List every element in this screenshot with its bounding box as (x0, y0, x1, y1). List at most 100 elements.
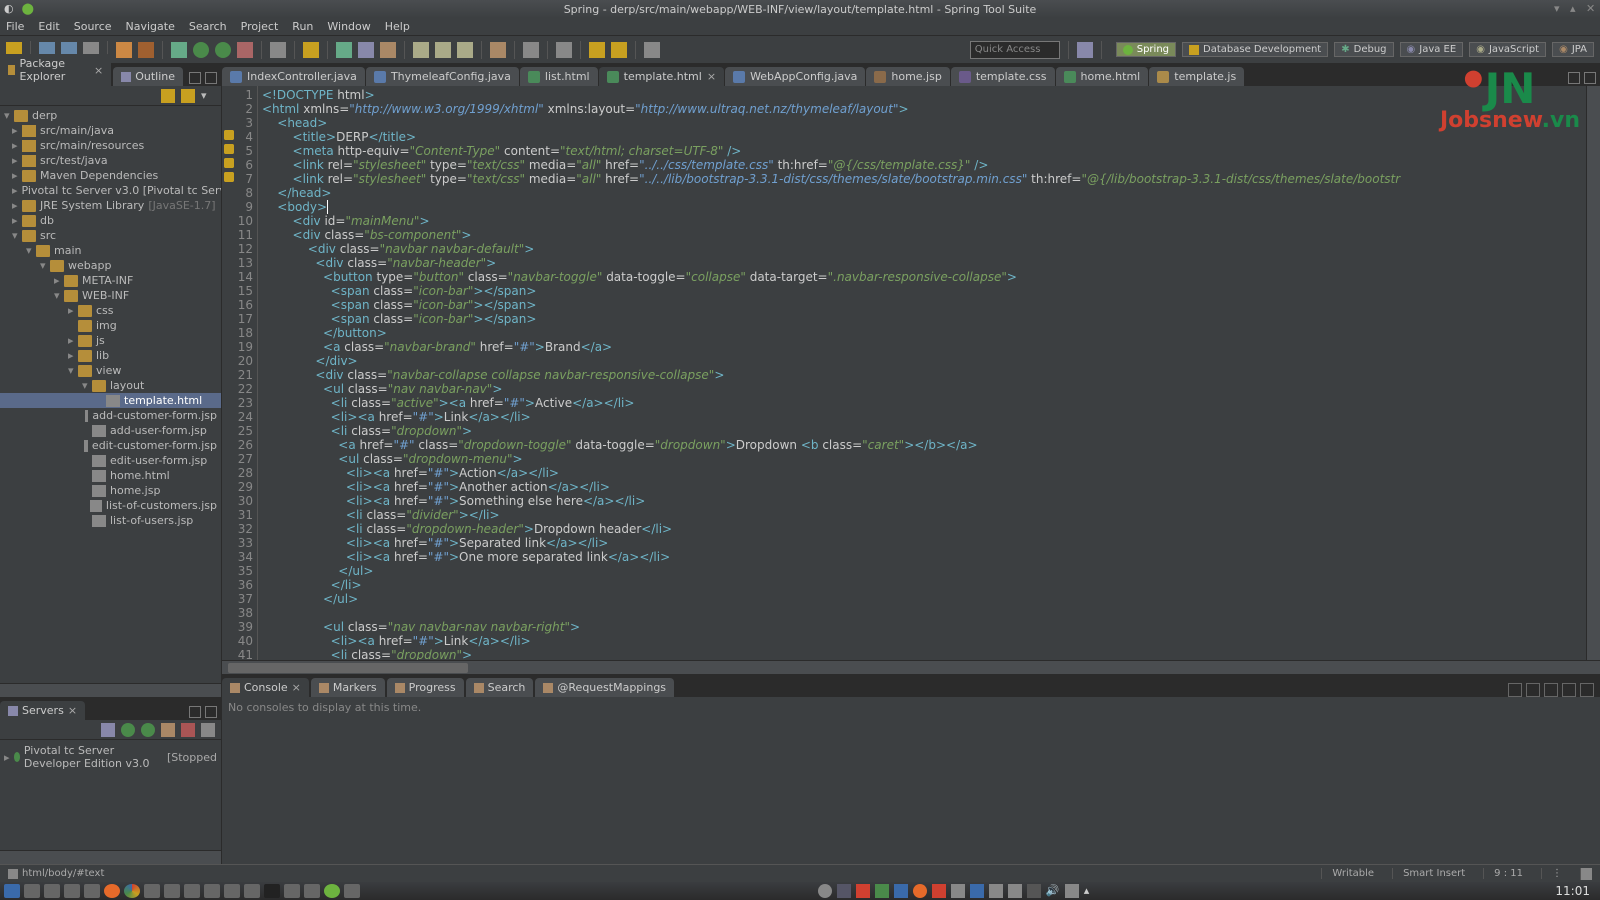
tree-node[interactable]: home.html (0, 468, 221, 483)
back-icon[interactable] (589, 42, 605, 58)
editor-tab[interactable]: list.html (520, 67, 598, 86)
bottom-tab[interactable]: Markers (311, 678, 385, 697)
editor-tab[interactable]: WebAppConfig.java (725, 67, 865, 86)
tree-node[interactable]: ▸src/main/java (0, 123, 221, 138)
tray-icon[interactable] (894, 884, 908, 898)
task-icon[interactable] (84, 884, 100, 898)
tree-node[interactable]: img (0, 318, 221, 333)
tree-node[interactable]: ▸META-INF (0, 273, 221, 288)
open-perspective-icon[interactable] (1077, 42, 1093, 58)
collapse-all-icon[interactable] (161, 89, 175, 103)
tree-node[interactable]: list-of-customers.jsp (0, 498, 221, 513)
perspective-javascript[interactable]: ◉JavaScript (1469, 42, 1546, 57)
task-icon[interactable] (184, 884, 200, 898)
editor-tab[interactable]: template.js (1149, 67, 1244, 86)
profile-server-icon[interactable] (161, 723, 175, 737)
task-icon[interactable] (64, 884, 80, 898)
spring-boot-icon[interactable] (138, 42, 154, 58)
expand-arrow-icon[interactable]: ▾ (54, 289, 64, 302)
start-server-icon[interactable] (121, 723, 135, 737)
maximize-view-icon[interactable] (205, 706, 217, 718)
debug-server-icon[interactable] (141, 723, 155, 737)
warning-marker-icon[interactable] (224, 130, 234, 140)
tree-node[interactable]: ▾webapp (0, 258, 221, 273)
tray-expand-icon[interactable]: ▴ (1084, 884, 1098, 898)
tree-node[interactable]: home.jsp (0, 483, 221, 498)
expand-arrow-icon[interactable]: ▸ (68, 349, 78, 362)
expand-arrow-icon[interactable]: ▸ (12, 124, 22, 137)
tree-node[interactable]: ▾view (0, 363, 221, 378)
search-icon[interactable] (490, 42, 506, 58)
maximize-view-icon[interactable] (1584, 72, 1596, 84)
tray-icon[interactable] (818, 884, 832, 898)
tray-icon[interactable] (875, 884, 889, 898)
warning-marker-icon[interactable] (224, 144, 234, 154)
bottom-tab[interactable]: Progress (387, 678, 464, 697)
new-xml-icon[interactable] (358, 42, 374, 58)
perspective-database[interactable]: Database Development (1182, 42, 1328, 57)
tree-node[interactable]: ▸src/test/java (0, 153, 221, 168)
wand2-icon[interactable] (435, 42, 451, 58)
tray-icon[interactable] (1027, 884, 1041, 898)
display-console-icon[interactable] (1526, 683, 1540, 697)
expand-arrow-icon[interactable]: ▾ (26, 244, 36, 257)
clock[interactable]: 11:01 (1555, 884, 1596, 898)
menu-run[interactable]: Run (292, 20, 313, 33)
pin-console-icon[interactable] (1508, 683, 1522, 697)
menu-window[interactable]: Window (327, 20, 370, 33)
expand-arrow-icon[interactable]: ▾ (68, 364, 78, 377)
bottom-tab[interactable]: Search (466, 678, 534, 697)
kde-start-icon[interactable] (4, 884, 20, 898)
tray-icon[interactable] (856, 884, 870, 898)
warning-marker-icon[interactable] (224, 172, 234, 182)
expand-arrow-icon[interactable]: ▾ (82, 379, 92, 392)
external-tools-icon[interactable] (237, 42, 253, 58)
publish-icon[interactable] (201, 723, 215, 737)
expand-arrow-icon[interactable]: ▸ (12, 139, 22, 152)
horizontal-scrollbar[interactable] (0, 683, 221, 697)
perspective-spring[interactable]: Spring (1116, 42, 1176, 57)
next-annotation-icon[interactable] (556, 42, 572, 58)
open-type-icon[interactable] (303, 42, 319, 58)
new-server-icon[interactable] (101, 723, 115, 737)
task-icon[interactable] (24, 884, 40, 898)
minimize-view-icon[interactable] (189, 706, 201, 718)
close-icon[interactable]: × (68, 704, 77, 717)
maximize-view-icon[interactable] (1580, 683, 1594, 697)
editor-tab[interactable]: IndexController.java (222, 67, 365, 86)
minimize-view-icon[interactable] (1562, 683, 1576, 697)
task-icon[interactable] (344, 884, 360, 898)
expand-arrow-icon[interactable]: ▸ (12, 169, 22, 182)
forward-icon[interactable] (611, 42, 627, 58)
expand-arrow-icon[interactable]: ▸ (4, 751, 10, 764)
servers-list[interactable]: ▸ Pivotal tc Server Developer Edition v3… (0, 740, 221, 850)
tree-node[interactable]: ▸Pivotal tc Server v3.0 [Pivotal tc Serv… (0, 183, 221, 198)
task-icon[interactable] (224, 884, 240, 898)
tree-node[interactable]: ▸lib (0, 348, 221, 363)
open-console-icon[interactable] (1544, 683, 1558, 697)
stop-server-icon[interactable] (181, 723, 195, 737)
close-icon[interactable]: × (292, 681, 301, 694)
package-explorer-tree[interactable]: ▾derp▸src/main/java▸src/main/resources▸s… (0, 106, 221, 683)
expand-arrow-icon[interactable]: ▸ (68, 334, 78, 347)
bottom-tab[interactable]: Console× (222, 678, 309, 697)
tree-node[interactable]: ▸JRE System Library[JavaSE-1.7] (0, 198, 221, 213)
tab-outline[interactable]: Outline (113, 67, 183, 86)
link-editor-icon[interactable] (181, 89, 195, 103)
expand-arrow-icon[interactable]: ▸ (12, 199, 22, 212)
perspective-javaee[interactable]: ◉Java EE (1400, 42, 1464, 57)
debug-icon[interactable] (171, 42, 187, 58)
menu-project[interactable]: Project (241, 20, 279, 33)
tray-icon[interactable] (1065, 884, 1079, 898)
task-icon[interactable] (284, 884, 300, 898)
tree-node[interactable]: template.html (0, 393, 221, 408)
task-icon[interactable] (164, 884, 180, 898)
firefox-icon[interactable] (104, 884, 120, 898)
heap-status-icon[interactable] (1580, 868, 1592, 880)
vertical-scrollbar[interactable] (1586, 86, 1600, 660)
editor-tab[interactable]: home.html (1056, 67, 1149, 86)
tree-node[interactable]: ▸db (0, 213, 221, 228)
tray-icon[interactable] (989, 884, 1003, 898)
tray-icon[interactable] (837, 884, 851, 898)
tree-node[interactable]: ▸Maven Dependencies (0, 168, 221, 183)
